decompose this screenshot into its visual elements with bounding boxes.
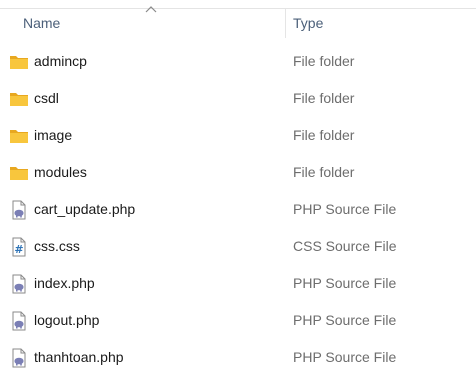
list-item[interactable]: logout.php PHP Source File (0, 302, 476, 339)
list-item[interactable]: admincp File folder (0, 43, 476, 80)
file-type: PHP Source File (293, 201, 397, 217)
column-header-bar: Name Type (0, 6, 476, 38)
file-name: image (34, 127, 73, 143)
php-file-icon (12, 348, 26, 368)
file-type: File folder (293, 53, 355, 69)
file-explorer-list: Name Type admincp File folder csdl File … (0, 0, 476, 386)
file-name: cart_update.php (34, 201, 136, 217)
file-type: File folder (293, 90, 355, 106)
file-name: thanhtoan.php (34, 349, 124, 365)
folder-icon (10, 130, 28, 143)
column-header-name[interactable]: Name (0, 9, 285, 38)
file-name: admincp (34, 53, 87, 69)
file-type: PHP Source File (293, 275, 397, 291)
folder-icon (10, 167, 28, 180)
list-item[interactable]: index.php PHP Source File (0, 265, 476, 302)
file-type: File folder (293, 164, 355, 180)
file-name: modules (34, 164, 87, 180)
php-file-icon (12, 274, 26, 294)
list-item[interactable]: # css.css CSS Source File (0, 228, 476, 265)
file-name: index.php (34, 275, 95, 291)
file-type: PHP Source File (293, 312, 397, 328)
list-item[interactable]: cart_update.php PHP Source File (0, 191, 476, 228)
svg-text:#: # (14, 243, 23, 256)
file-name: csdl (34, 90, 59, 106)
folder-icon (10, 56, 28, 69)
list-item[interactable]: image File folder (0, 117, 476, 154)
list-item[interactable]: modules File folder (0, 154, 476, 191)
folder-icon (10, 93, 28, 106)
list-item[interactable]: thanhtoan.php PHP Source File (0, 339, 476, 376)
file-type: File folder (293, 127, 355, 143)
file-type: CSS Source File (293, 238, 397, 254)
column-header-type[interactable]: Type (285, 9, 476, 38)
file-name: logout.php (34, 312, 100, 328)
list-item[interactable]: csdl File folder (0, 80, 476, 117)
file-name: css.css (34, 238, 80, 254)
php-file-icon (12, 311, 26, 331)
css-file-icon: # (12, 237, 26, 257)
file-type: PHP Source File (293, 349, 397, 365)
file-list: admincp File folder csdl File folder ima… (0, 43, 476, 376)
php-file-icon (12, 200, 26, 220)
